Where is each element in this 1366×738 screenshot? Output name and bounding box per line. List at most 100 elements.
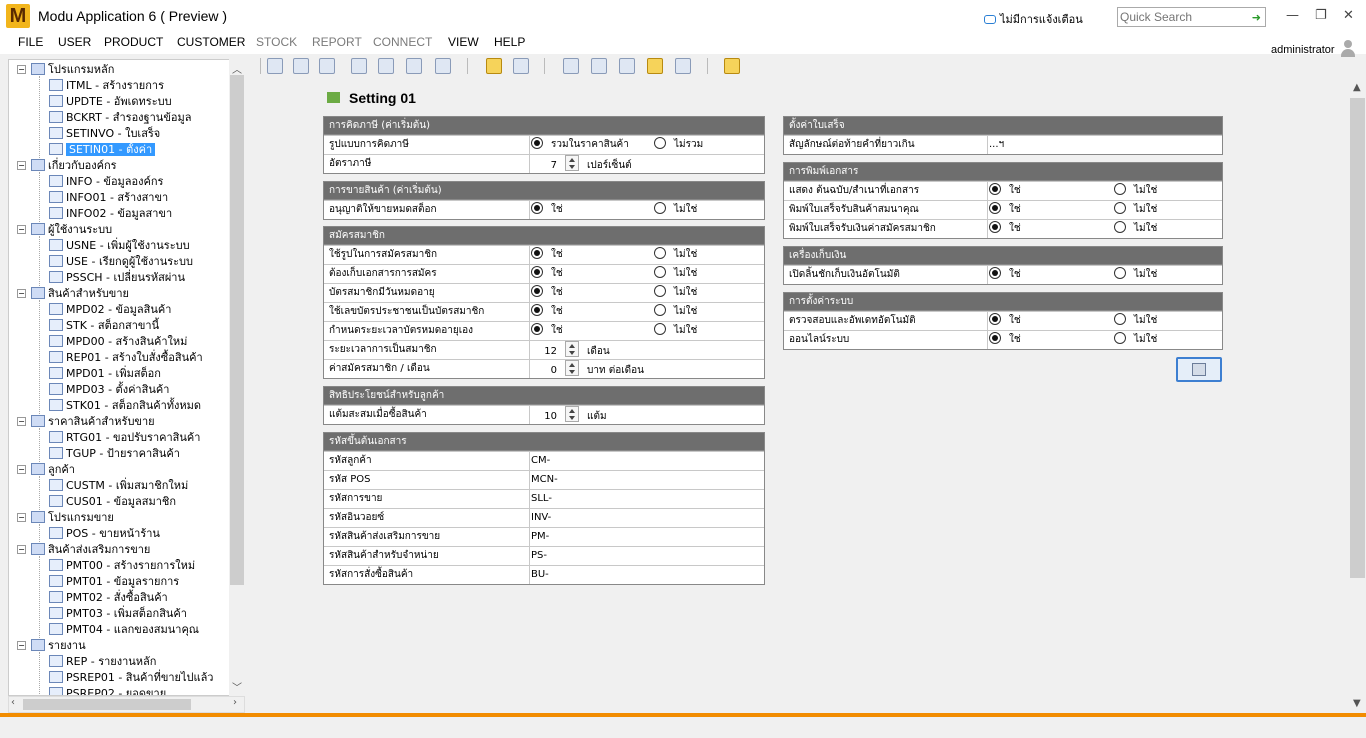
spin-arrows-icon[interactable] [565,406,579,422]
radio-button[interactable] [989,313,1001,325]
tree-item[interactable]: INFO01 - สร้างสาขา [49,190,168,206]
radio-option-no[interactable]: ไม่ใช่ [654,246,697,264]
radio-option-yes[interactable]: ใช่ [989,331,1021,349]
tree-item[interactable]: PSREP01 - สินค้าที่ขายไปแล้ว [49,670,214,686]
collapse-toggle-icon[interactable]: − [17,225,26,234]
tree-group[interactable]: − โปรแกรมขาย [17,510,114,526]
tree-item[interactable]: USE - เรียกดูผู้ใช้งานระบบ [49,254,193,270]
tree-vertical-scrollbar[interactable]: ︿ ﹀ [229,59,245,696]
radio-option-yes[interactable]: ใช่ [531,284,563,302]
radio-option-yes[interactable]: ใช่ [989,312,1021,330]
radio-button[interactable] [531,285,543,297]
spin-arrows-icon[interactable] [565,341,579,357]
tree-item[interactable]: POS - ขายหน้าร้าน [49,526,160,542]
tree-group[interactable]: − โปรแกรมหลัก [17,62,114,78]
scroll-down-icon[interactable]: ▼ [1353,698,1361,709]
radio-button[interactable] [531,202,543,214]
radio-button[interactable] [989,202,1001,214]
quick-search-input[interactable] [1118,8,1244,26]
stepper-value[interactable]: 0 [531,362,561,380]
tree-group[interactable]: − ลูกค้า [17,462,75,478]
close-document-icon[interactable] [513,58,529,74]
radio-option-yes[interactable]: ใช่ [531,265,563,283]
radio-option-no[interactable]: ไม่ใช่ [654,303,697,321]
collapse-toggle-icon[interactable]: − [17,417,26,426]
number-stepper[interactable]: 0 บาท ต่อเดือน [531,360,644,380]
tree-item[interactable]: TGUP - ป้ายราคาสินค้า [49,446,180,462]
radio-button[interactable] [989,221,1001,233]
radio-option-no[interactable]: ไม่ใช่ [1114,312,1157,330]
menu-customer[interactable]: CUSTOMER [177,35,245,49]
scroll-up-icon[interactable]: ▲ [1353,82,1361,93]
tree-item[interactable]: PMT04 - แลกของสมนาคุณ [49,622,199,638]
radio-button[interactable] [654,202,666,214]
radio-option-yes[interactable]: ใช่ [531,246,563,264]
scroll-up-icon[interactable]: ︿ [232,61,242,76]
cascade-icon[interactable] [378,58,394,74]
radio-button[interactable] [1114,332,1126,344]
menu-connect[interactable]: CONNECT [373,35,432,49]
collapse-toggle-icon[interactable]: − [17,641,26,650]
radio-option-yes[interactable]: รวมในราคาสินค้า [531,136,629,154]
radio-button[interactable] [531,247,543,259]
scroll-left-icon[interactable]: ‹ [11,697,15,708]
tree-item[interactable]: INFO02 - ข้อมูลสาขา [49,206,172,222]
radio-option-no[interactable]: ไม่ใช่ [1114,266,1157,284]
radio-option-no[interactable]: ไม่ใช่ [1114,201,1157,219]
text-field[interactable]: PM- [531,528,549,546]
tree-group[interactable]: − เกี่ยวกับองค์กร [17,158,117,174]
number-stepper[interactable]: 12 เดือน [531,341,610,361]
tree-horizontal-scrollbar[interactable]: ‹ › [8,696,245,713]
tree-item[interactable]: MPD01 - เพิ่มสต็อก [49,366,161,382]
scroll-right-icon[interactable]: › [233,697,237,708]
text-field[interactable]: MCN- [531,471,558,489]
user-avatar-icon[interactable] [1340,40,1356,58]
spin-arrows-icon[interactable] [565,155,579,171]
collapse-toggle-icon[interactable]: − [17,65,26,74]
number-stepper[interactable]: 7 เปอร์เซ็นต์ [531,155,632,175]
radio-option-no[interactable]: ไม่ใช่ [654,284,697,302]
radio-button[interactable] [1114,202,1126,214]
tree-item[interactable]: MPD03 - ตั้งค่าสินค้า [49,382,169,398]
collapse-toggle-icon[interactable]: − [17,545,26,554]
tree-item[interactable]: PMT03 - เพิ่มสต็อกสินค้า [49,606,187,622]
notification-area[interactable]: ไม่มีการแจ้งเตือน [984,10,1083,28]
radio-button[interactable] [1114,313,1126,325]
tree-item[interactable]: CUSTM - เพิ่มสมาชิกใหม่ [49,478,188,494]
folder-icon[interactable] [486,58,502,74]
radio-option-no[interactable]: ไม่ใช่ [654,322,697,340]
tree-item[interactable]: UPDTE - อัพเดทระบบ [49,94,172,110]
radio-option-yes[interactable]: ใช่ [989,220,1021,238]
tree-group[interactable]: − สินค้าส่งเสริมการขาย [17,542,150,558]
printer-icon[interactable] [591,58,607,74]
collapse-toggle-icon[interactable]: − [17,513,26,522]
menu-report[interactable]: REPORT [312,35,362,49]
tree-item[interactable]: PSSCH - เปลี่ยนรหัสผ่าน [49,270,185,286]
quick-search[interactable]: ➜ [1117,7,1266,27]
text-field[interactable]: SLL- [531,490,552,508]
scroll-thumb[interactable] [1350,98,1365,578]
radio-button[interactable] [654,304,666,316]
tree-item[interactable]: PSREP02 - ยอดขาย [49,686,166,695]
tree-item[interactable]: PMT00 - สร้างรายการใหม่ [49,558,195,574]
menu-view[interactable]: VIEW [448,35,479,49]
tree-group[interactable]: − ผู้ใช้งานระบบ [17,222,112,238]
home-icon[interactable] [267,58,283,74]
radio-button[interactable] [654,323,666,335]
menu-user[interactable]: USER [58,35,91,49]
window-small-icon[interactable] [435,58,451,74]
radio-button[interactable] [989,183,1001,195]
menu-product[interactable]: PRODUCT [104,35,163,49]
radio-option-no[interactable]: ไม่ใช่ [1114,331,1157,349]
text-field[interactable]: CM- [531,452,550,470]
text-field[interactable]: ...ฯ [989,136,1004,154]
collapse-toggle-icon[interactable]: − [17,465,26,474]
radio-button[interactable] [654,247,666,259]
restore-icon[interactable]: ❐ [1315,8,1327,23]
radio-option-no[interactable]: ไม่รวม [654,136,703,154]
tree-group[interactable]: − สินค้าสำหรับขาย [17,286,129,302]
tree-group[interactable]: − ราคาสินค้าสำหรับขาย [17,414,155,430]
window-icon[interactable] [406,58,422,74]
radio-option-yes[interactable]: ใช่ [531,201,563,219]
radio-button[interactable] [1114,183,1126,195]
